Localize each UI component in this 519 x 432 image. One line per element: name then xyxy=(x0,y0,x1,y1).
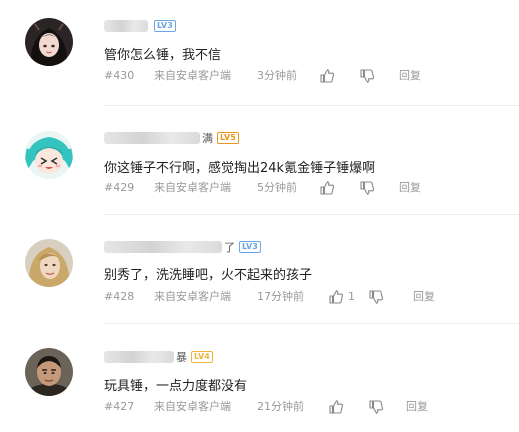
thumbs-up-icon[interactable] xyxy=(328,288,344,305)
username[interactable]: 暴 LV4 xyxy=(104,350,213,364)
username-suffix: 满 xyxy=(202,132,213,145)
username-suffix: 了 xyxy=(224,241,235,254)
post-time: 3分钟前 xyxy=(257,69,297,82)
comment-list: LV3 管你怎么锤，我不信 #430 来自安卓客户端 3分钟前 回复 满 LV5… xyxy=(0,0,519,432)
blurred-username xyxy=(104,241,222,253)
level-badge: LV4 xyxy=(191,351,213,363)
thumbs-up-icon[interactable] xyxy=(319,67,335,84)
divider xyxy=(104,105,519,106)
comment-text: 别秀了，洗洗睡吧，火不起来的孩子 xyxy=(104,268,313,283)
thumbs-down-icon[interactable] xyxy=(368,288,384,305)
reply-button[interactable]: 回复 xyxy=(413,288,435,306)
blonde-woman-avatar[interactable] xyxy=(25,239,73,287)
floor-number: #430 xyxy=(104,69,135,82)
thumbs-up-icon[interactable] xyxy=(328,398,344,415)
level-badge: LV3 xyxy=(239,241,261,253)
thumbs-down-icon[interactable] xyxy=(359,67,375,84)
reply-button[interactable]: 回复 xyxy=(399,179,421,197)
username[interactable]: 满 LV5 xyxy=(104,131,239,145)
floor-number: #427 xyxy=(104,400,135,413)
comment-text: 玩具锤，一点力度都没有 xyxy=(104,379,248,394)
floor-number: #429 xyxy=(104,181,135,194)
like-count: 1 xyxy=(348,290,355,303)
reply-button[interactable]: 回复 xyxy=(399,67,421,85)
thumbs-up-icon[interactable] xyxy=(319,179,335,196)
comment-text: 管你怎么锤，我不信 xyxy=(104,48,222,63)
source-label: 来自安卓客户端 xyxy=(154,181,231,194)
dark-haired-girl-avatar[interactable] xyxy=(25,18,73,66)
blurred-username xyxy=(104,132,200,144)
thumbs-down-icon[interactable] xyxy=(368,398,384,415)
man-portrait-avatar[interactable] xyxy=(25,348,73,396)
divider xyxy=(104,214,519,215)
blurred-username xyxy=(104,351,174,363)
post-time: 17分钟前 xyxy=(257,290,304,303)
divider xyxy=(104,323,519,324)
username[interactable]: LV3 xyxy=(104,19,176,33)
comment-text: 你这锤子不行啊，感觉掏出24k氪金锤子锤爆啊 xyxy=(104,161,376,176)
thumbs-down-icon[interactable] xyxy=(359,179,375,196)
floor-number: #428 xyxy=(104,290,135,303)
reply-button[interactable]: 回复 xyxy=(406,398,428,416)
source-label: 来自安卓客户端 xyxy=(154,69,231,82)
source-label: 来自安卓客户端 xyxy=(154,290,231,303)
post-time: 5分钟前 xyxy=(257,181,297,194)
level-badge: LV3 xyxy=(154,20,176,32)
username-suffix: 暴 xyxy=(176,351,187,364)
username[interactable]: 了 LV3 xyxy=(104,240,261,254)
teal-haired-anime-avatar[interactable] xyxy=(25,131,73,179)
source-label: 来自安卓客户端 xyxy=(154,400,231,413)
level-badge: LV5 xyxy=(217,132,239,144)
blurred-username xyxy=(104,20,148,32)
post-time: 21分钟前 xyxy=(257,400,304,413)
